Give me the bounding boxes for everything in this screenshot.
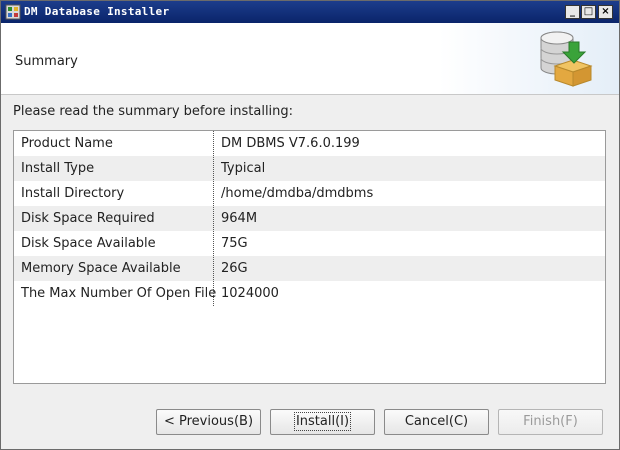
row-key: Disk Space Required bbox=[21, 211, 155, 226]
maximize-button[interactable]: □ bbox=[581, 5, 596, 19]
row-value: 75G bbox=[221, 236, 248, 251]
title-bar[interactable]: DM Database Installer _ □ × bbox=[1, 1, 619, 23]
previous-button[interactable]: < Previous(B) bbox=[156, 409, 261, 435]
table-row: The Max Number Of Open File 1024000 bbox=[14, 281, 605, 306]
summary-table: Product Name DM DBMS V7.6.0.199 Install … bbox=[13, 130, 606, 384]
table-row: Product Name DM DBMS V7.6.0.199 bbox=[14, 131, 605, 156]
install-button-label: Install(I) bbox=[293, 412, 352, 431]
row-value: 964M bbox=[221, 211, 258, 226]
row-key: Install Directory bbox=[21, 186, 125, 201]
table-row: Install Type Typical bbox=[14, 156, 605, 181]
row-key: Install Type bbox=[21, 161, 95, 176]
row-value: 1024000 bbox=[221, 286, 279, 301]
row-value: Typical bbox=[221, 161, 266, 176]
installer-window: DM Database Installer _ □ × Summary Plea… bbox=[0, 0, 620, 450]
row-key: Memory Space Available bbox=[21, 261, 181, 276]
table-row: Install Directory /home/dmdba/dmdbms bbox=[14, 181, 605, 206]
minimize-button[interactable]: _ bbox=[565, 5, 580, 19]
row-key: The Max Number Of Open File bbox=[21, 286, 217, 301]
install-button[interactable]: Install(I) bbox=[270, 409, 375, 435]
cancel-button[interactable]: Cancel(C) bbox=[384, 409, 489, 435]
table-row: Disk Space Required 964M bbox=[14, 206, 605, 231]
summary-instruction: Please read the summary before installin… bbox=[13, 104, 294, 119]
close-button[interactable]: × bbox=[598, 5, 613, 19]
table-row: Disk Space Available 75G bbox=[14, 231, 605, 256]
cancel-button-label: Cancel(C) bbox=[404, 414, 469, 429]
window-title: DM Database Installer bbox=[24, 5, 170, 18]
finish-button: Finish(F) bbox=[498, 409, 603, 435]
header-panel: Summary bbox=[1, 23, 619, 95]
column-divider[interactable] bbox=[213, 131, 214, 306]
database-install-icon bbox=[540, 31, 593, 87]
previous-button-label: < Previous(B) bbox=[163, 414, 254, 429]
row-value: /home/dmdba/dmdbms bbox=[221, 186, 374, 201]
finish-button-label: Finish(F) bbox=[523, 414, 578, 429]
row-value: 26G bbox=[221, 261, 248, 276]
installer-app-icon bbox=[5, 4, 21, 20]
row-key: Product Name bbox=[21, 136, 113, 151]
page-title: Summary bbox=[15, 54, 78, 69]
row-value: DM DBMS V7.6.0.199 bbox=[221, 136, 360, 151]
table-row: Memory Space Available 26G bbox=[14, 256, 605, 281]
row-key: Disk Space Available bbox=[21, 236, 156, 251]
